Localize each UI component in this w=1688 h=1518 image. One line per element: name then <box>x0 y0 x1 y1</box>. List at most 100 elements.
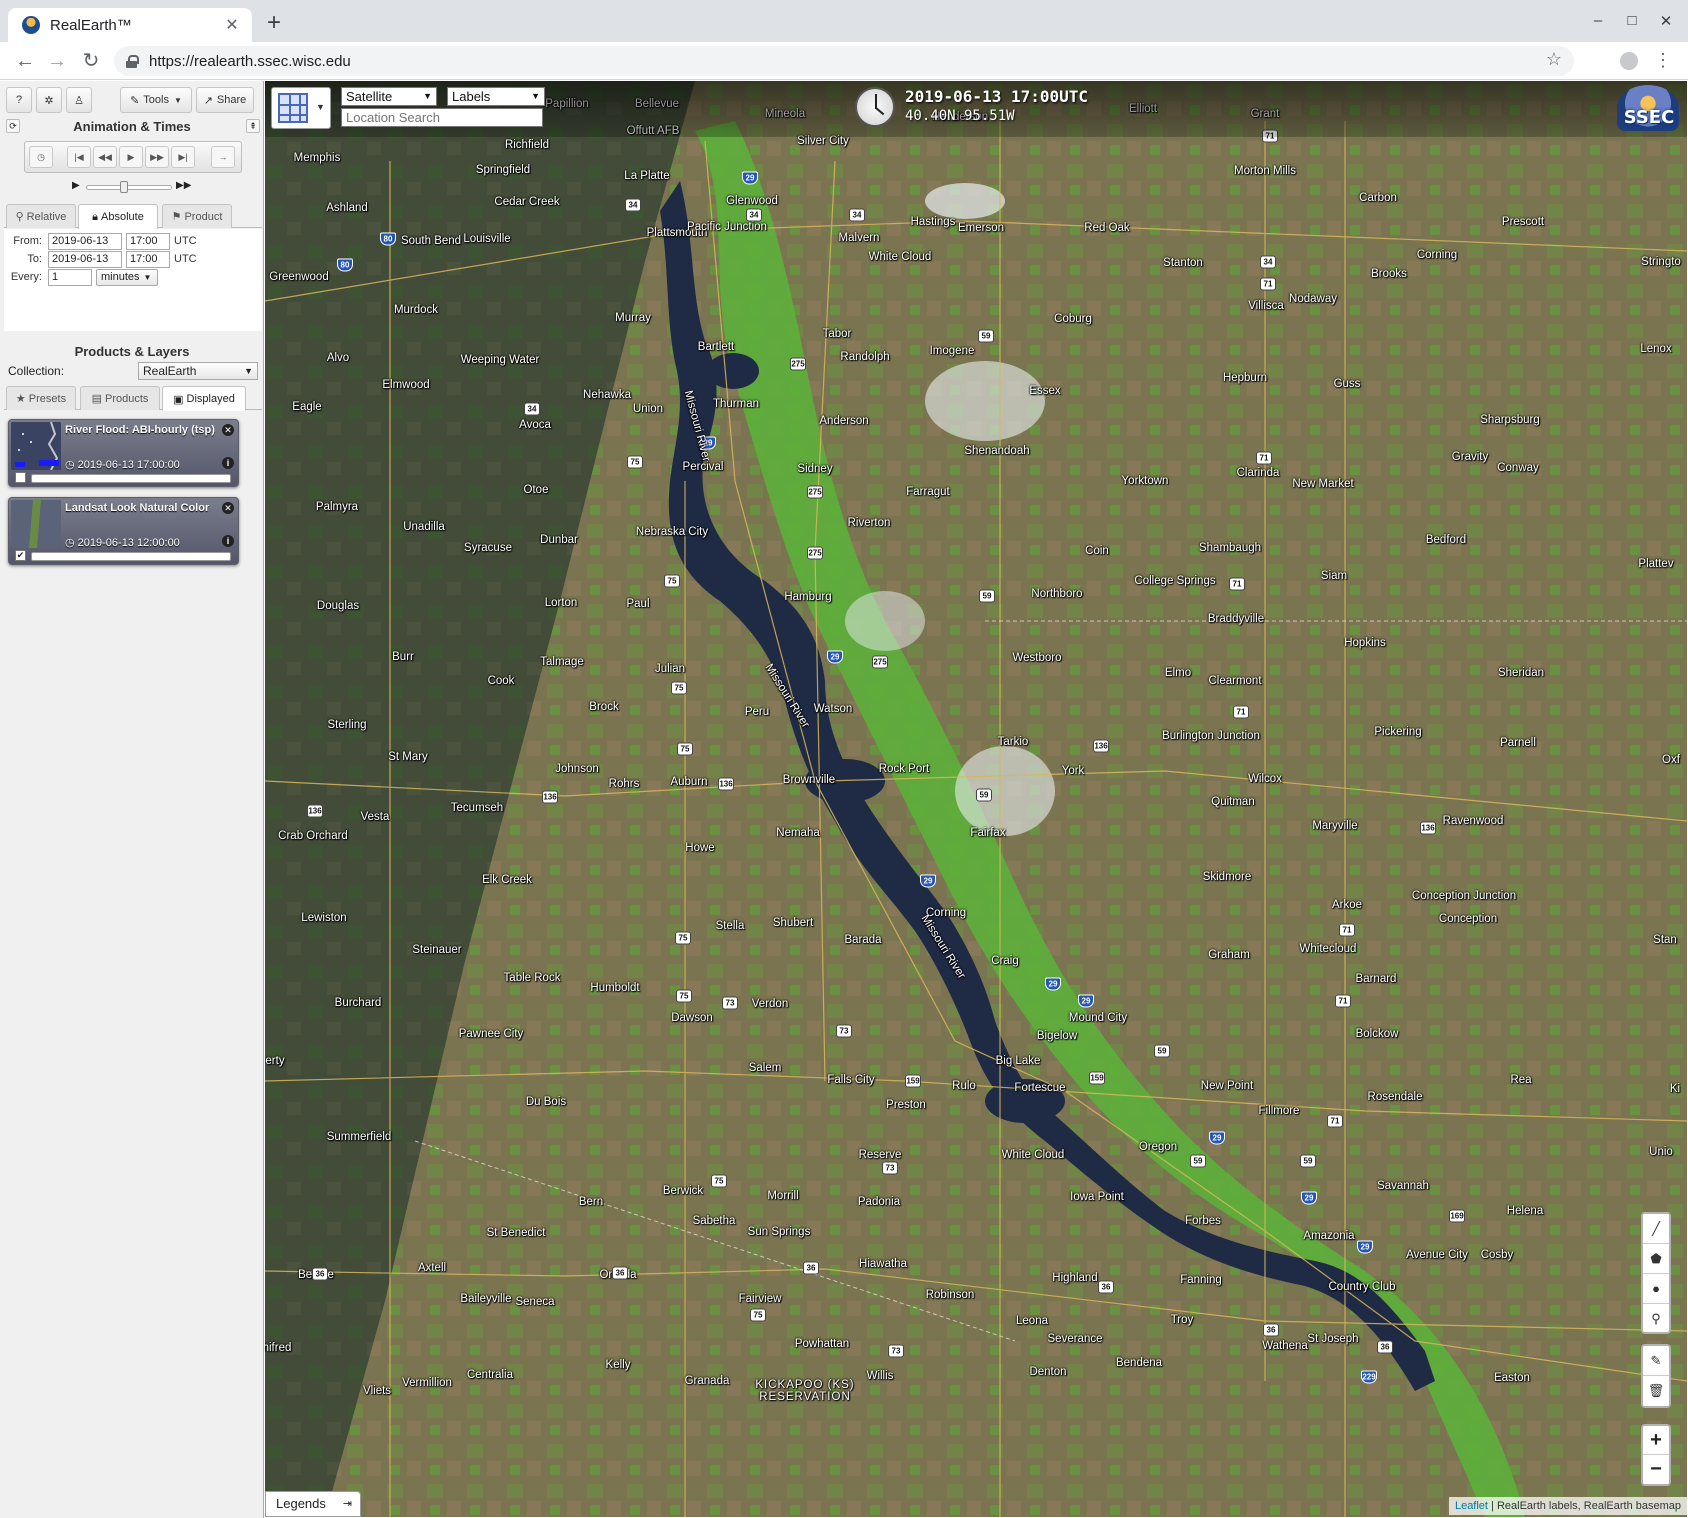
anim-step-forward-button[interactable]: ▶▶ <box>145 146 169 168</box>
place-label: Wathena <box>1262 1340 1308 1352</box>
place-label: Pickering <box>1374 726 1422 738</box>
place-label: Tarkio <box>997 736 1029 748</box>
from-date-input[interactable]: 2019-06-13 <box>48 233 122 250</box>
to-date-input[interactable]: 2019-06-13 <box>48 251 122 268</box>
layer-card-river-flood[interactable]: River Flood: ABI-hourly (tsp) ◷ 2019-06-… <box>8 419 239 487</box>
interstate-shield: 29 <box>920 874 936 888</box>
remove-layer-icon[interactable]: ✕ <box>222 424 234 436</box>
place-label: Hiawatha <box>859 1258 907 1270</box>
speed-knob[interactable] <box>120 181 128 193</box>
speed-track[interactable] <box>86 185 172 190</box>
products-section-title: Products & Layers <box>74 344 190 359</box>
layer-card-landsat[interactable]: Landsat Look Natural Color ◷ 2019-06-13 … <box>8 497 239 565</box>
anim-clock-button[interactable]: ◷ <box>29 146 53 168</box>
new-tab-button[interactable]: + <box>262 11 286 36</box>
tab-products[interactable]: ▤ Products <box>80 386 160 410</box>
every-value-input[interactable]: 1 <box>48 269 92 286</box>
pin-icon[interactable]: ⇞ <box>246 119 260 133</box>
panel-top-buttons: ? ✲ ♙ ✎ Tools ▼ ↗ Share <box>6 85 258 115</box>
basemap-select[interactable]: Satellite <box>341 87 437 106</box>
anim-play-button[interactable]: ▶ <box>119 146 143 168</box>
delete-layers-icon[interactable]: 🗑︎ <box>1643 1376 1669 1406</box>
tab-displayed[interactable]: ▣ Displayed <box>162 386 246 411</box>
user-button[interactable]: ♙ <box>66 87 92 113</box>
highway-shield: 71 <box>1335 994 1351 1008</box>
layer-visibility-checkbox[interactable] <box>15 472 26 483</box>
browser-tab[interactable]: RealEarth™ ✕ <box>8 8 252 42</box>
tab-presets[interactable]: ★ Presets <box>6 386 76 410</box>
tools-button[interactable]: ✎ Tools ▼ <box>120 87 192 113</box>
layer-opacity-slider[interactable] <box>31 552 231 561</box>
place-label: Ashland <box>326 202 368 214</box>
bookmark-star-icon[interactable]: ☆ <box>1546 49 1562 70</box>
animation-speed-slider[interactable]: ▶ ▶▶ <box>70 180 200 194</box>
address-bar[interactable]: https://realearth.ssec.wisc.edu ☆ <box>114 46 1574 76</box>
layer-info-icon[interactable]: i <box>222 457 234 469</box>
place-label: Steinauer <box>412 944 462 956</box>
every-unit-select[interactable]: minutes ▼ <box>96 269 158 286</box>
anim-last-button[interactable]: ▶| <box>171 146 195 168</box>
draw-circle-icon[interactable]: ● <box>1643 1274 1669 1304</box>
zoom-out-button[interactable]: − <box>1643 1455 1669 1484</box>
zoom-in-button[interactable]: + <box>1643 1426 1669 1455</box>
place-label: Howe <box>685 842 715 854</box>
from-tz-label: UTC <box>174 235 197 247</box>
labels-select[interactable]: Labels <box>447 87 545 106</box>
pin-icon[interactable]: ⇥ <box>343 1492 352 1516</box>
profile-avatar-icon[interactable] <box>1620 52 1638 70</box>
tab-relative[interactable]: ⚲ Relative <box>6 204 76 228</box>
highway-shield: 36 <box>612 1266 628 1280</box>
anim-step-back-button[interactable]: ◀◀ <box>93 146 117 168</box>
place-label: Douglas <box>316 600 360 612</box>
place-label: Severance <box>1047 1333 1103 1345</box>
cloud <box>925 361 1045 441</box>
draw-polygon-icon[interactable]: ⬟ <box>1643 1244 1669 1274</box>
highway-shield: 75 <box>627 455 643 469</box>
collection-select[interactable]: RealEarth <box>138 362 258 380</box>
highway-shield: 75 <box>711 1174 727 1188</box>
highway-shield: 59 <box>1300 1154 1316 1168</box>
to-time-input[interactable]: 17:00 <box>126 251 170 268</box>
place-label: Nebraska City <box>635 526 709 538</box>
cloud <box>955 746 1055 836</box>
anim-first-button[interactable]: |◀ <box>67 146 91 168</box>
draw-line-icon[interactable]: ╱ <box>1643 1214 1669 1244</box>
place-label: Arkoe <box>1331 899 1363 911</box>
from-label: From: <box>13 235 42 247</box>
place-label: Pawnee City <box>458 1028 524 1040</box>
map-datetime: 2019-06-13 17:00UTC <box>905 87 1089 106</box>
clock-small-icon: ◷ <box>65 459 78 471</box>
draw-marker-icon[interactable]: ⚲ <box>1643 1304 1669 1334</box>
edit-layers-icon[interactable]: ✎ <box>1643 1346 1669 1376</box>
window-maximize-button[interactable]: □ <box>1622 12 1642 29</box>
layer-info-icon[interactable]: i <box>222 535 234 547</box>
remove-layer-icon[interactable]: ✕ <box>222 502 234 514</box>
layer-visibility-checkbox[interactable]: ✔ <box>15 550 26 561</box>
location-search-input[interactable] <box>341 108 543 127</box>
leaflet-link[interactable]: Leaflet <box>1455 1500 1488 1512</box>
window-minimize-button[interactable]: – <box>1588 12 1608 29</box>
tab-close-icon[interactable]: ✕ <box>222 15 242 35</box>
settings-button[interactable]: ✲ <box>36 87 62 113</box>
place-label: Savannah <box>1377 1180 1429 1192</box>
anim-next-button[interactable]: → <box>211 146 235 168</box>
clock-icon[interactable] <box>855 87 895 127</box>
window-close-button[interactable]: ✕ <box>1656 12 1676 30</box>
layer-grid-button[interactable]: ▼ <box>271 87 331 129</box>
legends-button[interactable]: Legends ⇥ <box>265 1491 361 1517</box>
place-label: Westboro <box>1012 652 1062 664</box>
layer-time: ◷ 2019-06-13 12:00:00 <box>65 537 180 549</box>
tab-product[interactable]: ⚑ Product <box>162 204 232 228</box>
map-view[interactable]: Memphis Ashland Richfield Springfield Cedar … <box>265 81 1687 1517</box>
from-time-input[interactable]: 17:00 <box>126 233 170 250</box>
reload-icon[interactable]: ↻ <box>78 48 104 74</box>
layer-opacity-slider[interactable] <box>31 474 231 483</box>
browser-menu-icon[interactable]: ⋮ <box>1654 50 1672 71</box>
forward-arrow-icon[interactable]: → <box>44 48 70 74</box>
place-label: Weeping Water <box>460 354 540 366</box>
tab-absolute[interactable]: 🔒︎ Absolute <box>78 204 158 229</box>
help-button[interactable]: ? <box>6 87 32 113</box>
place-label: Amazonia <box>1303 1230 1355 1242</box>
share-button[interactable]: ↗ Share <box>196 87 254 113</box>
back-arrow-icon[interactable]: ← <box>12 48 38 74</box>
